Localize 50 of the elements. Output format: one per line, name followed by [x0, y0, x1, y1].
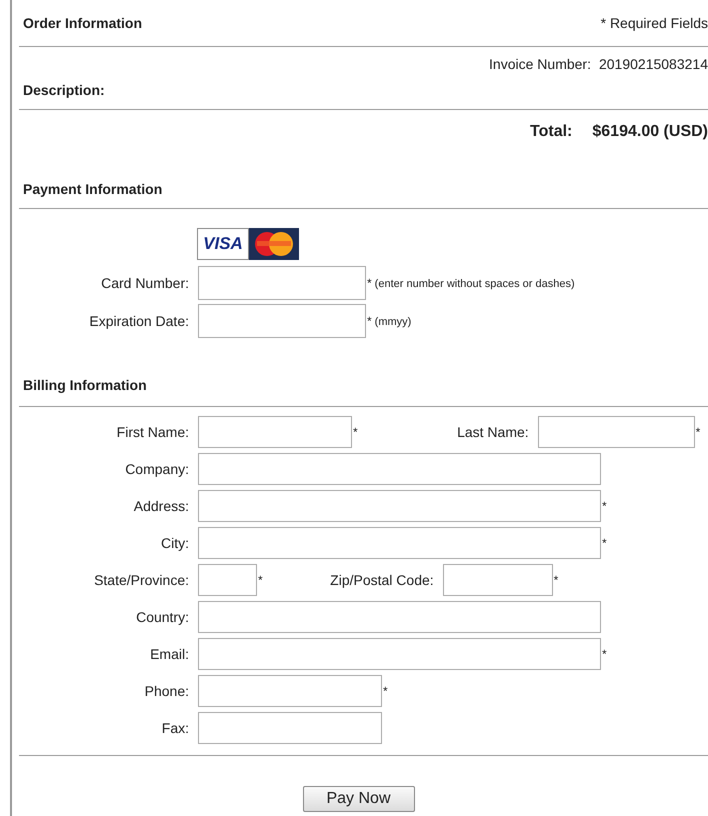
required-marker: * — [353, 424, 358, 441]
required-marker: * — [602, 535, 607, 552]
input-field[interactable] — [198, 712, 382, 744]
input-field[interactable] — [442, 564, 553, 596]
input-field[interactable] — [538, 416, 695, 448]
pay-now-button[interactable]: Pay Now — [302, 786, 414, 812]
required-marker: * — [383, 683, 388, 700]
required-marker: * — [554, 572, 558, 589]
required-marker: * — [602, 498, 607, 515]
field-label: Last Name: — [456, 422, 530, 442]
field-label: Card Number: — [100, 274, 190, 292]
required-marker: * — [258, 572, 263, 589]
field-label: Fax: — [160, 718, 190, 738]
field-label: Country: — [135, 608, 190, 627]
field-label: City: — [160, 534, 190, 553]
field-label: Zip/Postal Code: — [329, 570, 435, 590]
field-hint: (mmyy) — [374, 315, 412, 330]
section-heading: Billing Information — [23, 377, 147, 393]
visa-logo: VISA — [197, 228, 249, 260]
required-marker: * — [696, 424, 700, 441]
required-fields-note: * Required Fields — [600, 14, 708, 33]
input-field[interactable] — [198, 564, 257, 596]
required-marker: * — [602, 646, 607, 663]
input-field[interactable] — [198, 416, 352, 448]
field-label: Phone: — [144, 682, 190, 700]
field-label: Address: — [132, 496, 190, 516]
input-field[interactable] — [198, 304, 366, 338]
input-field[interactable] — [198, 675, 382, 707]
input-field[interactable] — [198, 527, 601, 559]
field-label: State/Province: — [93, 570, 190, 590]
input-field[interactable] — [198, 490, 601, 522]
mastercard-logo-icon — [249, 228, 299, 260]
required-marker: * — [367, 275, 372, 292]
invoice-number: 20190215083214 — [598, 55, 708, 74]
total-value: $6194.00 (USD) — [592, 122, 708, 142]
field-label: Company: — [124, 460, 190, 479]
input-field[interactable] — [198, 638, 601, 670]
section-heading: Order Information — [23, 14, 142, 32]
description-label: Description: — [23, 82, 105, 98]
total-label: Total: — [530, 122, 572, 142]
input-field[interactable] — [198, 266, 366, 300]
field-label: Expiration Date: — [88, 312, 190, 331]
invoice-label: Invoice Number: — [489, 55, 591, 74]
field-label: First Name: — [116, 422, 190, 442]
input-field[interactable] — [198, 453, 601, 485]
required-marker: * — [367, 313, 372, 330]
section-heading: Payment Information — [23, 181, 162, 197]
field-label: Email: — [149, 644, 190, 664]
input-field[interactable] — [198, 601, 601, 633]
field-hint: (enter number without spaces or dashes) — [374, 277, 575, 292]
